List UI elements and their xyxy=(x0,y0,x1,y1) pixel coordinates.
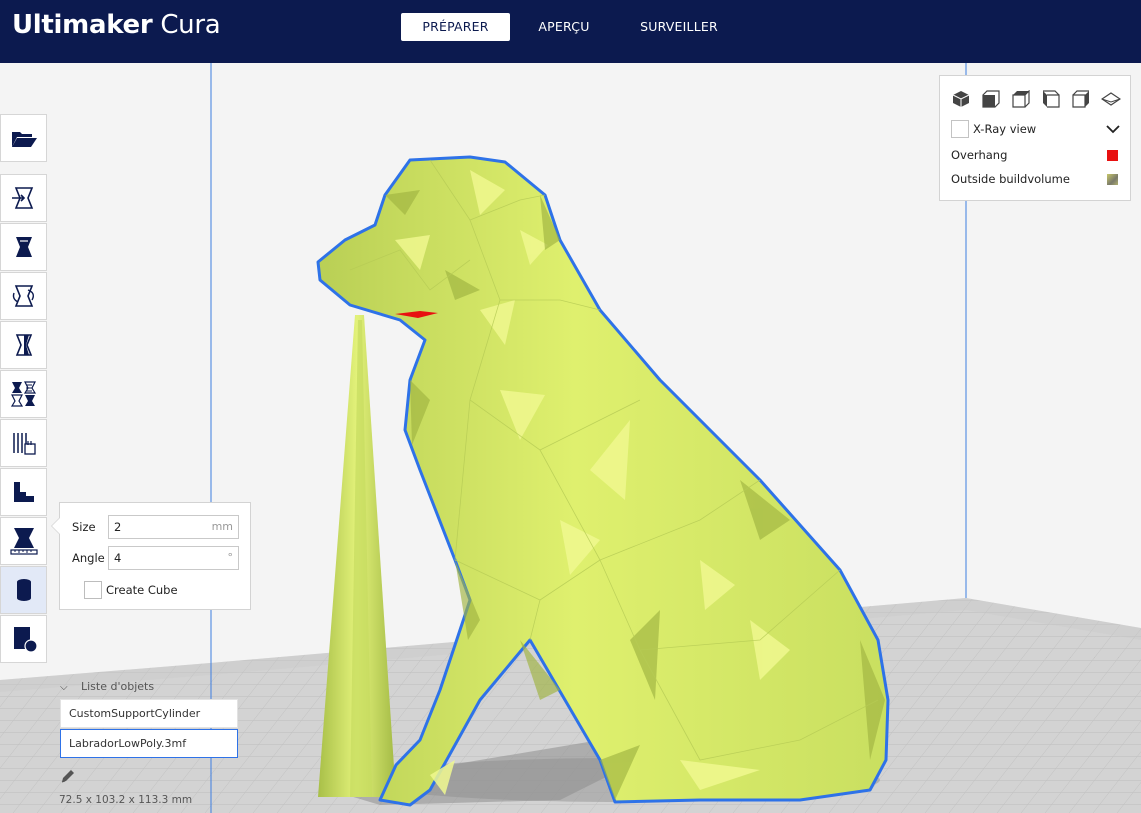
move-tool-icon xyxy=(11,187,33,209)
left-view-button[interactable] xyxy=(1041,90,1061,108)
per-model-settings-button[interactable] xyxy=(0,370,47,418)
size-label: Size xyxy=(72,520,96,534)
scale-tool-icon xyxy=(15,237,32,257)
mirror-tool-icon xyxy=(15,334,32,356)
top-view-icon xyxy=(1012,90,1030,108)
support-cylinder-icon xyxy=(16,579,31,601)
xray-checkbox[interactable] xyxy=(951,120,969,138)
object-list-toggle[interactable]: ⌵ Liste d'objets xyxy=(60,680,154,693)
chevron-down-icon[interactable] xyxy=(1106,124,1120,134)
move-tool-button[interactable] xyxy=(0,174,47,222)
size-value: 2 xyxy=(114,520,122,534)
support-cube-icon xyxy=(13,627,38,653)
support-blocker-icon xyxy=(12,433,36,455)
angle-input[interactable]: 4 ° xyxy=(108,546,239,570)
rotate-tool-icon xyxy=(12,285,34,307)
angle-value: 4 xyxy=(114,551,122,565)
angle-label: Angle xyxy=(72,551,105,565)
layer-step-icon xyxy=(13,482,34,502)
overhang-swatch xyxy=(1107,150,1118,161)
object-list-item[interactable]: LabradorLowPoly.3mf xyxy=(60,729,238,758)
tab-monitor[interactable]: SURVEILLER xyxy=(632,13,726,41)
object-list-title: Liste d'objets xyxy=(81,680,155,693)
3d-viewport[interactable]: Size 2 mm Angle 4 ° Create Cube X-Ray vi… xyxy=(0,63,1141,813)
header-bar: Ultimaker Cura PRÉPARER APERÇU SURVEILLE… xyxy=(0,0,1141,63)
open-file-button[interactable] xyxy=(0,114,47,162)
perspective-toggle-button[interactable] xyxy=(1101,90,1121,108)
create-cube-label: Create Cube xyxy=(106,583,178,597)
per-model-settings-icon xyxy=(10,381,36,407)
object-list-item[interactable]: CustomSupportCylinder xyxy=(60,699,238,728)
chevron-down-icon: ⌵ xyxy=(60,682,68,693)
support-cylinder-button[interactable] xyxy=(0,566,47,614)
outside-buildvolume-label: Outside buildvolume xyxy=(951,172,1070,186)
overhang-label: Overhang xyxy=(951,148,1008,162)
support-cube-button[interactable] xyxy=(0,615,47,663)
support-blocker-button[interactable] xyxy=(0,419,47,467)
app-logo: Ultimaker Cura xyxy=(12,10,221,40)
tab-prepare[interactable]: PRÉPARER xyxy=(401,13,510,41)
right-view-button[interactable] xyxy=(1071,90,1091,108)
left-view-icon xyxy=(1043,90,1060,108)
layer-step-button[interactable] xyxy=(0,468,47,516)
top-view-button[interactable] xyxy=(1011,90,1031,108)
rotate-tool-button[interactable] xyxy=(0,272,47,320)
front-view-icon xyxy=(982,90,1000,108)
mirror-tool-button[interactable] xyxy=(0,321,47,369)
size-input[interactable]: 2 mm xyxy=(108,515,239,539)
open-file-icon xyxy=(11,132,37,147)
right-view-icon xyxy=(1072,90,1089,108)
3d-view-button[interactable] xyxy=(951,90,971,108)
perspective-toggle-icon xyxy=(1101,92,1121,106)
3d-view-icon xyxy=(952,91,970,107)
measure-icon xyxy=(9,528,38,555)
outside-buildvolume-swatch xyxy=(1107,174,1118,185)
model-dimensions: 72.5 x 103.2 x 113.3 mm xyxy=(59,794,193,806)
cura-window: Ultimaker Cura PRÉPARER APERÇU SURVEILLE… xyxy=(0,0,1141,813)
size-unit: mm xyxy=(211,520,233,533)
view-options-panel: X-Ray view Overhang Outside buildvolume xyxy=(939,75,1131,201)
scale-tool-button[interactable] xyxy=(0,223,47,271)
measure-button[interactable] xyxy=(0,517,47,565)
xray-label: X-Ray view xyxy=(973,122,1037,136)
support-settings-panel: Size 2 mm Angle 4 ° Create Cube xyxy=(51,502,251,610)
tab-preview[interactable]: APERÇU xyxy=(526,13,602,41)
create-cube-checkbox[interactable] xyxy=(84,581,102,599)
front-view-button[interactable] xyxy=(981,90,1001,108)
angle-unit: ° xyxy=(227,551,234,564)
